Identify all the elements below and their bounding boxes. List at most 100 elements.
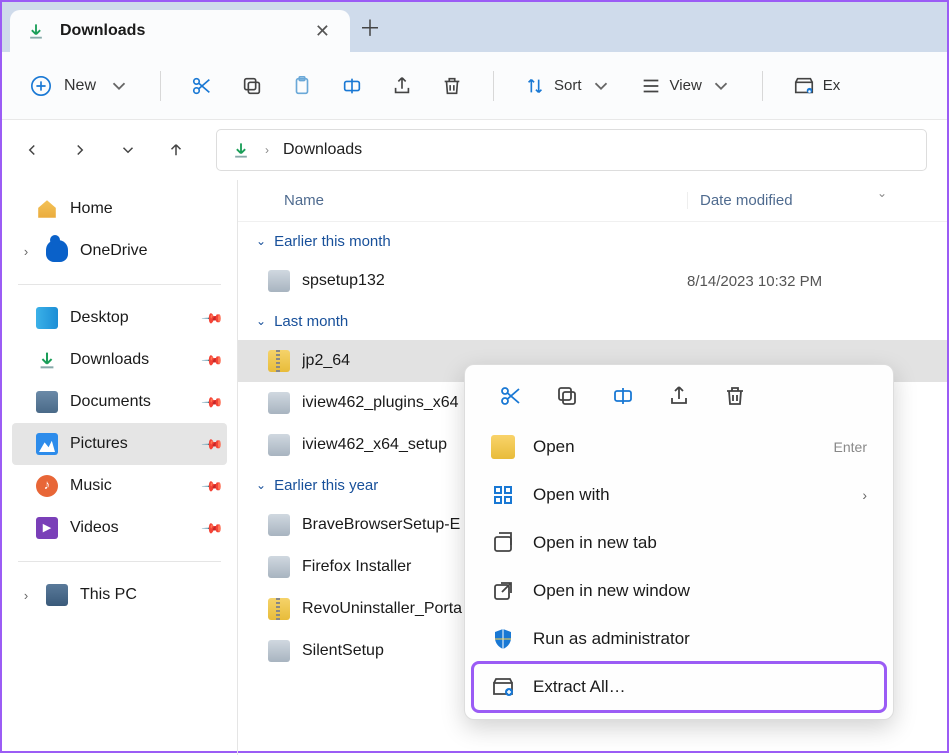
close-icon[interactable]: ✕	[311, 17, 334, 46]
new-button[interactable]: New	[20, 66, 140, 106]
plus-circle-icon	[30, 75, 52, 97]
ctx-delete-button[interactable]	[715, 379, 755, 413]
pin-icon: 📌	[200, 390, 224, 414]
pin-icon: 📌	[200, 348, 224, 372]
download-arrow-icon	[231, 140, 251, 160]
context-menu: Open Enter Open with › Open in new tab O…	[464, 364, 894, 720]
divider	[18, 561, 221, 562]
sidebar-item-pictures[interactable]: Pictures📌	[12, 423, 227, 465]
context-menu-toolbar	[473, 373, 885, 423]
pin-icon: 📌	[200, 516, 224, 540]
exe-icon	[268, 556, 290, 578]
chevron-down-icon: ⌄	[256, 478, 266, 492]
forward-button[interactable]	[60, 130, 100, 170]
new-window-icon	[491, 579, 515, 603]
ctx-open[interactable]: Open Enter	[473, 423, 885, 471]
navigation-row: › Downloads	[2, 120, 947, 180]
up-button[interactable]	[156, 130, 196, 170]
copy-icon	[241, 75, 263, 97]
sort-button[interactable]: Sort	[514, 66, 622, 106]
pin-icon: 📌	[200, 432, 224, 456]
trash-icon	[723, 384, 747, 408]
chevron-down-icon: ⌄	[256, 314, 266, 328]
music-icon	[36, 475, 58, 497]
new-tab-icon	[491, 531, 515, 555]
copy-button[interactable]	[231, 66, 273, 106]
toolbar: New Sort View Ex	[2, 52, 947, 120]
ctx-share-button[interactable]	[659, 379, 699, 413]
address-bar[interactable]: › Downloads	[216, 129, 927, 171]
clipboard-icon	[291, 75, 313, 97]
chevron-down-icon	[590, 75, 612, 97]
sidebar-item-home[interactable]: Home	[12, 188, 227, 230]
sidebar-item-videos[interactable]: Videos📌	[12, 507, 227, 549]
scissors-icon	[191, 75, 213, 97]
file-list: Name Date modified⌄ ⌄Earlier this months…	[238, 180, 947, 755]
sidebar-item-thispc[interactable]: ›This PC	[12, 574, 227, 616]
ctx-copy-button[interactable]	[547, 379, 587, 413]
exe-icon	[268, 514, 290, 536]
copy-icon	[555, 384, 579, 408]
delete-button[interactable]	[431, 66, 473, 106]
rename-icon	[341, 75, 363, 97]
pictures-icon	[36, 433, 58, 455]
divider	[493, 71, 494, 101]
chevron-right-icon[interactable]: ›	[18, 244, 34, 259]
chevron-down-icon	[108, 75, 130, 97]
new-tab-button[interactable]: ＋	[350, 11, 390, 43]
extract-icon	[793, 75, 815, 97]
column-header-row: Name Date modified⌄	[238, 180, 947, 222]
breadcrumb-current[interactable]: Downloads	[283, 141, 362, 159]
ctx-open-with[interactable]: Open with ›	[473, 471, 885, 519]
divider	[762, 71, 763, 101]
chevron-right-icon: ›	[862, 487, 867, 503]
exe-icon	[268, 392, 290, 414]
home-icon	[36, 198, 58, 220]
chevron-down-icon: ⌄	[877, 186, 887, 200]
group-header[interactable]: ⌄Earlier this month	[238, 222, 947, 260]
cloud-icon	[46, 240, 68, 262]
rename-icon	[611, 384, 635, 408]
download-arrow-icon	[36, 349, 58, 371]
sidebar-item-documents[interactable]: Documents📌	[12, 381, 227, 423]
sidebar-item-music[interactable]: Music📌	[12, 465, 227, 507]
share-button[interactable]	[381, 66, 423, 106]
ctx-extract-all[interactable]: Extract All…	[473, 663, 885, 711]
ctx-open-new-window[interactable]: Open in new window	[473, 567, 885, 615]
group-header[interactable]: ⌄Last month	[238, 302, 947, 340]
ctx-cut-button[interactable]	[491, 379, 531, 413]
scissors-icon	[499, 384, 523, 408]
extract-icon	[491, 675, 515, 699]
file-row[interactable]: spsetup1328/14/2023 10:32 PM	[238, 260, 947, 302]
chevron-right-icon[interactable]: ›	[18, 588, 34, 603]
divider	[18, 284, 221, 285]
share-icon	[391, 75, 413, 97]
sidebar-item-downloads[interactable]: Downloads📌	[12, 339, 227, 381]
ctx-open-new-tab[interactable]: Open in new tab	[473, 519, 885, 567]
chevron-down-icon	[710, 75, 732, 97]
history-dropdown[interactable]	[108, 130, 148, 170]
file-date: 8/14/2023 10:32 PM	[687, 273, 947, 290]
view-button[interactable]: View	[630, 66, 742, 106]
trash-icon	[441, 75, 463, 97]
column-header-date[interactable]: Date modified⌄	[687, 192, 947, 209]
cut-button[interactable]	[181, 66, 223, 106]
document-icon	[36, 391, 58, 413]
sidebar-item-onedrive[interactable]: ›OneDrive	[12, 230, 227, 272]
share-icon	[667, 384, 691, 408]
sidebar-item-desktop[interactable]: Desktop📌	[12, 297, 227, 339]
exe-icon	[268, 640, 290, 662]
tab-downloads[interactable]: Downloads ✕	[10, 10, 350, 52]
pin-icon: 📌	[200, 306, 224, 330]
back-button[interactable]	[12, 130, 52, 170]
sort-icon	[524, 75, 546, 97]
ctx-run-admin[interactable]: Run as administrator	[473, 615, 885, 663]
paste-button[interactable]	[281, 66, 323, 106]
tab-bar: Downloads ✕ ＋	[2, 2, 947, 52]
ctx-rename-button[interactable]	[603, 379, 643, 413]
breadcrumb-separator: ›	[265, 143, 269, 157]
column-header-name[interactable]: Name	[238, 192, 687, 209]
rename-button[interactable]	[331, 66, 373, 106]
extract-button[interactable]: Ex	[783, 66, 851, 106]
divider	[160, 71, 161, 101]
